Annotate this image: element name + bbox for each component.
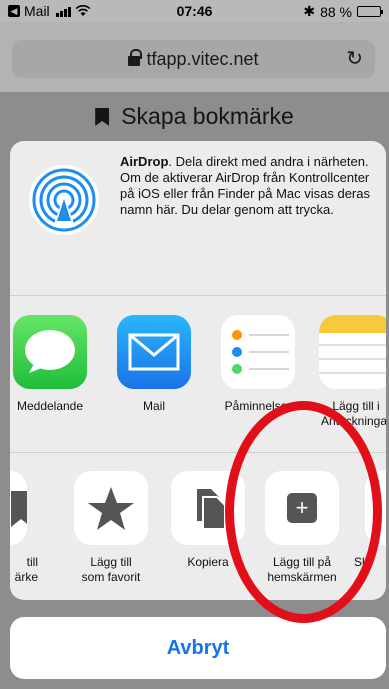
action-label: Lägg till som favorit	[81, 555, 141, 584]
airdrop-description: AirDrop. Dela direkt med andra i närhete…	[120, 154, 380, 218]
airdrop-title: AirDrop	[120, 154, 169, 169]
airdrop-section: AirDrop. Dela direkt med andra i närhete…	[10, 141, 386, 296]
share-app-label: Mail	[142, 399, 165, 413]
share-app-mail[interactable]: Mail	[106, 315, 202, 414]
reload-icon[interactable]: ↻	[346, 46, 363, 71]
cancel-label: Avbryt	[166, 637, 230, 659]
lock-icon	[128, 49, 143, 66]
browser-toolbar: tfapp.vitec.net ↻	[0, 22, 389, 92]
share-app-label: Meddelande	[16, 399, 84, 413]
messages-icon	[13, 315, 87, 389]
bluetooth-icon: ✱	[303, 3, 316, 19]
action-add-bookmark[interactable]: till ärke	[10, 471, 38, 585]
share-app-reminders[interactable]: Påminnelser	[210, 315, 306, 414]
action-label: till ärke	[14, 555, 38, 584]
share-app-messages[interactable]: Meddelande	[10, 315, 98, 414]
battery-percent: 88 %	[320, 3, 352, 20]
page-title: Skapa bokmärke	[0, 103, 389, 130]
bookmark-icon	[95, 108, 110, 126]
status-bar: ◀ Mail 07:46 ✱ 88 %	[0, 0, 389, 22]
reminders-icon	[221, 315, 295, 389]
mail-icon	[117, 315, 191, 389]
star-icon	[74, 471, 148, 545]
bookmark-icon	[10, 471, 27, 545]
address-field[interactable]: tfapp.vitec.net ↻	[12, 40, 375, 78]
page-title-text: Skapa bokmärke	[121, 103, 294, 129]
status-right: ✱ 88 %	[303, 3, 383, 20]
cancel-button[interactable]: Avbryt	[10, 617, 386, 679]
url-text: tfapp.vitec.net	[146, 49, 259, 69]
airdrop-icon[interactable]	[29, 165, 99, 235]
battery-icon	[357, 6, 383, 17]
notes-icon	[319, 315, 386, 389]
address-display[interactable]: tfapp.vitec.net	[12, 49, 375, 70]
annotation-highlight-circle	[225, 401, 382, 623]
action-add-favorite[interactable]: Lägg till som favorit	[63, 471, 159, 585]
